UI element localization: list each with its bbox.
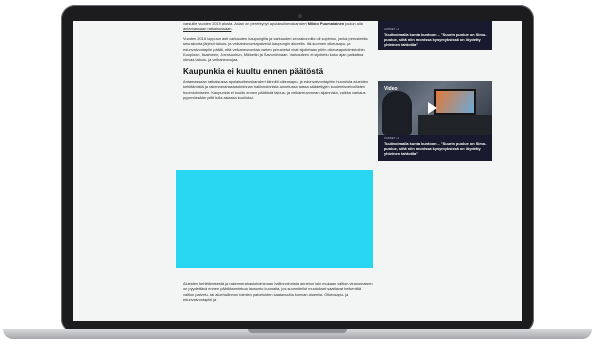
article-paragraph: Alueiden kehittämisestä ja rakennerahast… (183, 281, 373, 303)
paragraph-text: joulun alla (344, 21, 363, 26)
section-heading: Kaupunkia ei kuultu ennen päätöstä (183, 66, 324, 76)
play-icon[interactable] (428, 102, 437, 114)
ratkaisu-link[interactable]: antamassaan ratkaisussaan (183, 26, 231, 31)
laptop-notch (248, 329, 347, 333)
browser-screen: varsuille vuoden 2019 alusta. Asian on p… (73, 21, 522, 321)
paragraph-text: varsuille vuoden 2019 alusta. Asian on p… (183, 21, 308, 26)
card-meta: UUTISET • 4 (384, 137, 399, 140)
thumbnail-monitor (434, 89, 476, 115)
article-paragraph: Antamassaan ratkaisussa apulaisoikeuskan… (183, 78, 369, 101)
card-title[interactable]: Tuulivoimalla kunta kuntoon – "Suurin pu… (384, 141, 488, 156)
video-label: Video (384, 86, 398, 92)
article-paragraph: Vuoden 2018 loppuun asti varkauden kaupu… (183, 35, 368, 63)
related-video-card[interactable]: Video UUTISET • 4 Tuulivoimalla kunta ku… (378, 81, 492, 161)
card-meta: UUTISET • 4 (384, 28, 399, 31)
ad-placeholder[interactable] (176, 170, 373, 268)
article-body: varsuille vuoden 2019 alusta. Asian on p… (183, 21, 373, 104)
camera-dot (298, 14, 302, 18)
related-article-card[interactable]: UUTISET • 4 Tuulivoimalla kunta kuntoon … (378, 21, 492, 50)
video-thumbnail[interactable]: Video (378, 81, 492, 135)
thumbnail-person (382, 91, 412, 135)
article-body-continued: Alueiden kehittämisestä ja rakennerahast… (183, 281, 373, 307)
thumbnail-desk (418, 115, 492, 135)
card-title[interactable]: Tuulivoimalla kunta kuntoon – "Suurin pu… (384, 32, 488, 47)
person-name: Mikko Puumalainen (307, 21, 345, 26)
article-paragraph: varsuille vuoden 2019 alusta. Asian on p… (183, 21, 363, 32)
